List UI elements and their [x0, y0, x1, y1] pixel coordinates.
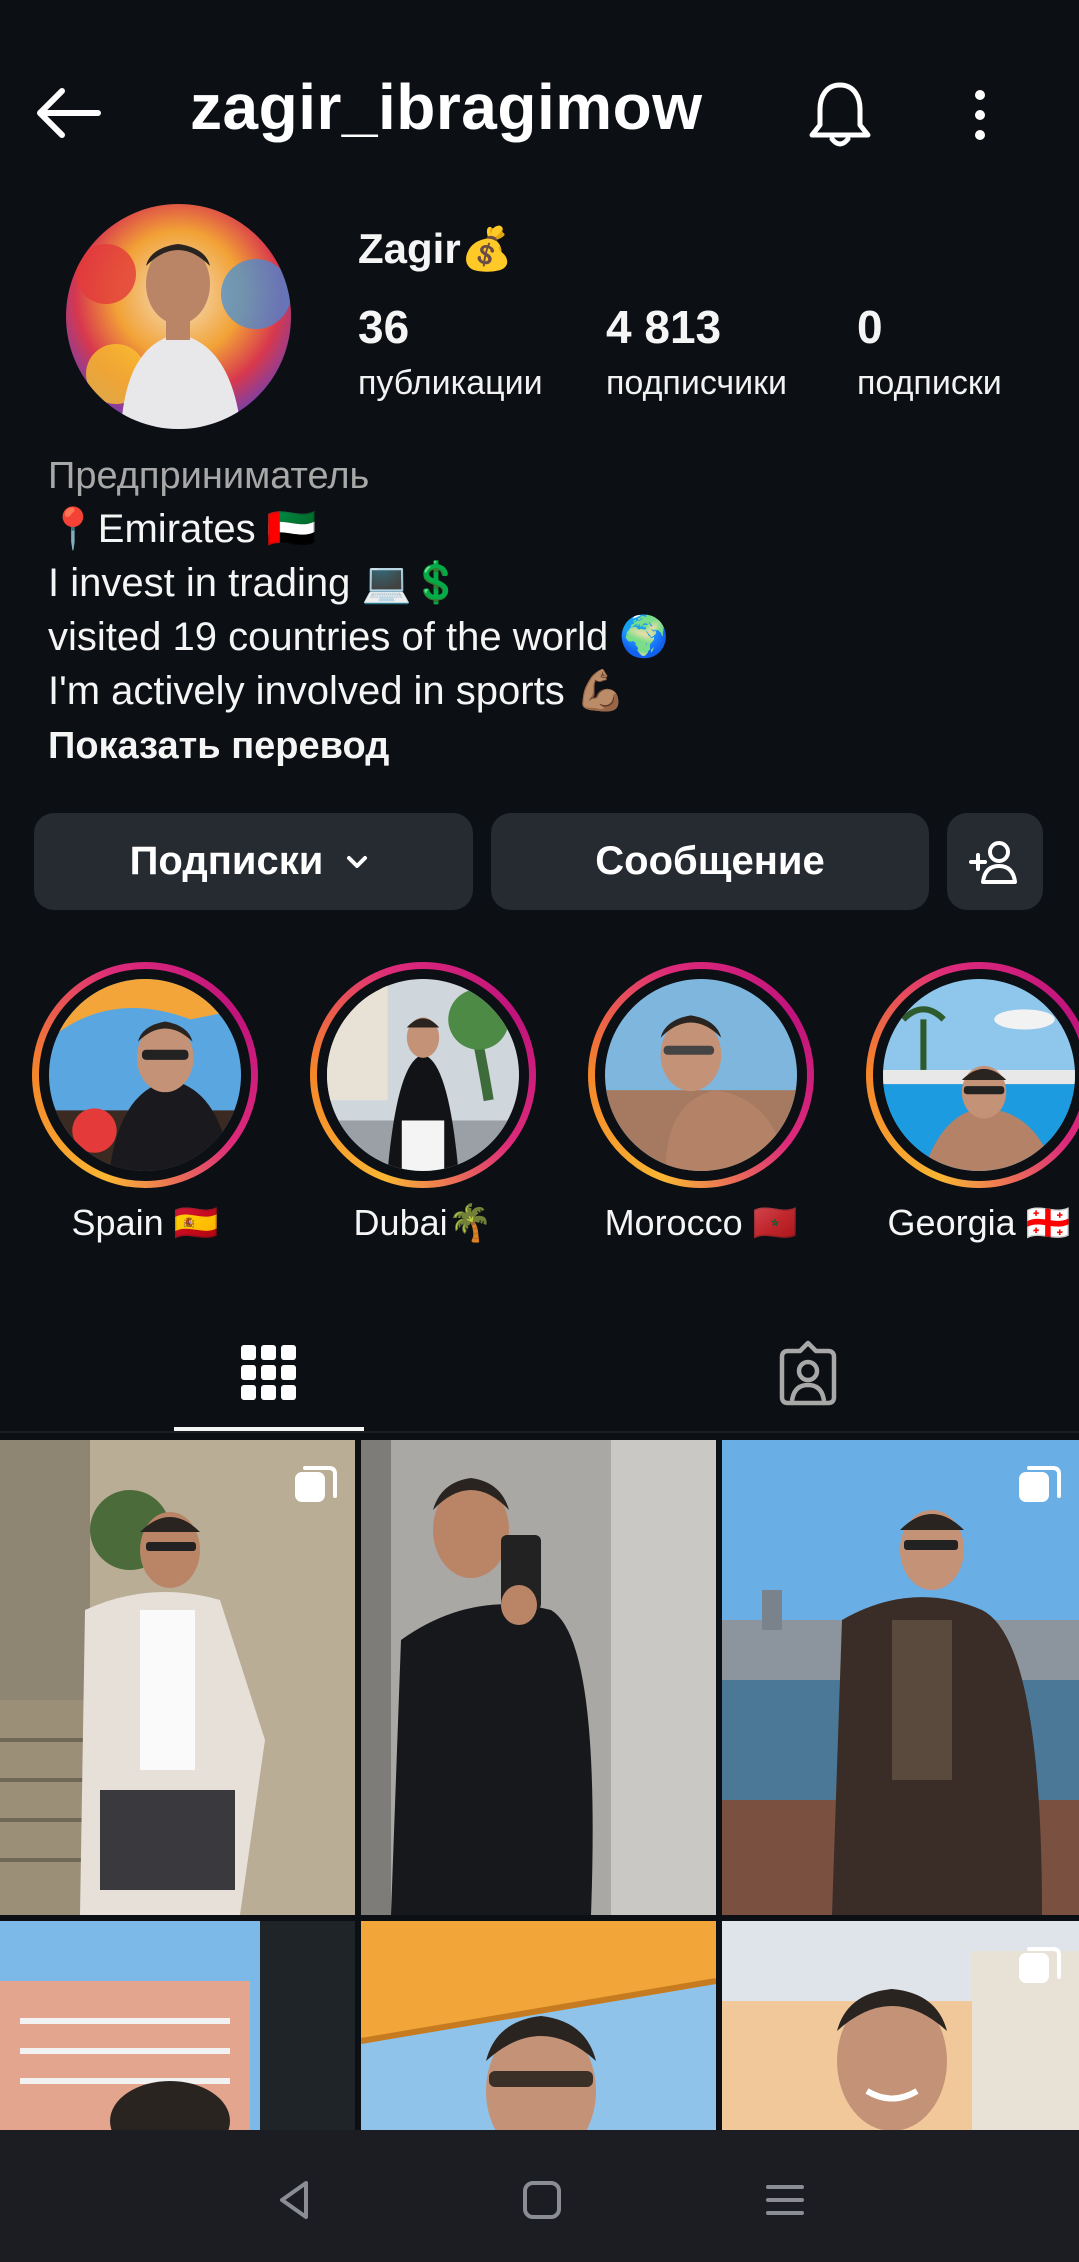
tabs-divider: [0, 1431, 1079, 1433]
highlight-cover: [883, 979, 1075, 1171]
profile-bio: Предприниматель 📍Emirates 🇦🇪 I invest in…: [48, 450, 1048, 774]
story-highlight[interactable]: Spain 🇪🇸: [30, 962, 260, 1244]
recents-menu-icon: [766, 2185, 804, 2215]
highlight-cover: [327, 979, 519, 1171]
display-name: Zagir💰: [358, 225, 513, 272]
add-person-icon: [969, 840, 1017, 884]
message-button[interactable]: Сообщение: [491, 813, 929, 910]
notifications-button[interactable]: [800, 75, 880, 155]
story-highlight[interactable]: Morocco 🇲🇦: [586, 962, 816, 1244]
followers-label: подписчики: [606, 364, 788, 402]
suggested-users-button[interactable]: [947, 813, 1043, 910]
highlight-cover: [49, 979, 241, 1171]
home-square-icon: [523, 2181, 561, 2219]
message-button-label: Сообщение: [595, 839, 825, 883]
nav-home-button[interactable]: [502, 2160, 582, 2240]
tab-tagged[interactable]: [713, 1315, 903, 1430]
nav-recents-button[interactable]: [745, 2160, 825, 2240]
stat-following[interactable]: 0 подписки: [857, 300, 1002, 403]
carousel-icon: [1019, 1947, 1061, 1983]
bio-line: I invest in trading 💻💲: [48, 561, 462, 605]
highlight-ring: [588, 962, 814, 1188]
bio-line: visited 19 countries of the world 🌍: [48, 615, 670, 659]
post-thumbnail[interactable]: [0, 1440, 355, 1915]
nav-back-button[interactable]: [255, 2160, 335, 2240]
following-button-label: Подписки: [129, 839, 324, 883]
posts-count: 36: [358, 301, 410, 353]
highlight-label: Spain 🇪🇸: [71, 1202, 219, 1243]
post-thumbnail[interactable]: [0, 1921, 355, 2130]
highlight-cover: [605, 979, 797, 1171]
back-triangle-icon: [280, 2181, 308, 2219]
followers-count: 4 813: [606, 301, 722, 353]
grid-icon: [241, 1344, 296, 1400]
post-thumbnail[interactable]: [722, 1440, 1079, 1915]
highlight-ring: [866, 962, 1079, 1188]
story-highlight[interactable]: Georgia 🇬🇪: [864, 962, 1079, 1244]
profile-username: zagir_ibragimow: [190, 71, 703, 143]
chevron-down-icon: [347, 855, 368, 868]
system-nav-bar: [0, 2130, 1079, 2262]
bio-category: Предприниматель: [48, 455, 370, 497]
stat-followers[interactable]: 4 813 подписчики: [606, 300, 787, 403]
highlight-ring: [310, 962, 536, 1188]
arrow-left-icon: [37, 88, 101, 138]
highlight-label: Morocco 🇲🇦: [604, 1202, 798, 1243]
story-highlight[interactable]: Dubai🌴: [308, 962, 538, 1244]
highlight-label: Georgia 🇬🇪: [887, 1202, 1071, 1243]
tab-posts-grid[interactable]: [174, 1315, 364, 1430]
post-thumbnail[interactable]: [361, 1921, 716, 2130]
posts-label: публикации: [358, 364, 543, 402]
carousel-icon: [1019, 1466, 1061, 1502]
more-vertical-icon: [975, 90, 985, 140]
highlight-label: Dubai🌴: [353, 1202, 493, 1243]
post-thumbnail[interactable]: [722, 1921, 1079, 2130]
profile-avatar[interactable]: [66, 204, 291, 429]
stat-posts[interactable]: 36 публикации: [358, 300, 543, 403]
following-label: подписки: [857, 364, 1002, 402]
tagged-person-icon: [779, 1340, 837, 1405]
show-translation-link[interactable]: Показать перевод: [48, 718, 1048, 774]
bio-line: 📍Emirates 🇦🇪: [48, 507, 317, 551]
highlight-ring: [32, 962, 258, 1188]
carousel-icon: [295, 1466, 337, 1502]
bell-icon: [809, 82, 871, 147]
profile-screen: zagir_ibragimow Zagir💰 36 публикации 4 8…: [0, 0, 1079, 2262]
back-button[interactable]: [30, 75, 110, 155]
bio-line: I'm actively involved in sports 💪🏽: [48, 669, 626, 713]
top-bar: zagir_ibragimow: [0, 0, 1079, 220]
following-count: 0: [857, 301, 883, 353]
post-thumbnail[interactable]: [361, 1440, 716, 1915]
following-button[interactable]: Подписки: [34, 813, 473, 910]
more-options-button[interactable]: [950, 75, 1010, 155]
